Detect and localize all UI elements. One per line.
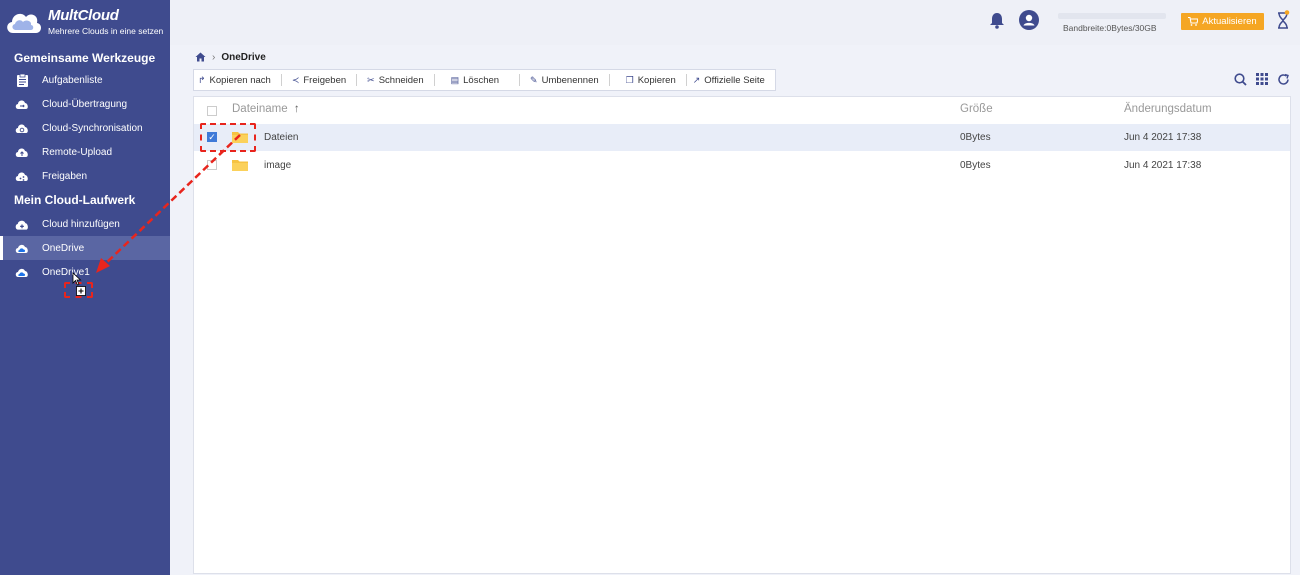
section-heading-drives: Mein Cloud-Laufwerk: [14, 193, 136, 207]
share-icon: ≺: [291, 74, 300, 85]
top-bar: Bandbreite:0Bytes/30GB Aktualisieren: [170, 0, 1300, 45]
breadcrumb: › OneDrive: [195, 50, 266, 64]
refresh-icon[interactable]: [1277, 73, 1290, 86]
sidebar-item-label: OneDrive1: [42, 266, 90, 278]
onedrive-icon: [15, 265, 29, 279]
column-header-date[interactable]: Änderungsdatum: [1124, 103, 1212, 115]
share-button[interactable]: ≺ Freigeben: [282, 70, 356, 90]
section-heading-tools: Gemeinsame Werkzeuge: [14, 51, 156, 65]
sidebar-item-task-list[interactable]: Aufgabenliste: [0, 68, 170, 92]
app-tagline: Mehrere Clouds in eine setzen: [48, 26, 164, 36]
chevron-right-icon: ›: [212, 51, 216, 63]
column-name-label: Dateiname: [232, 103, 288, 115]
sort-arrow-icon: ↑: [293, 103, 300, 115]
app-name: MultCloud: [48, 7, 119, 24]
task-list-icon: [15, 73, 29, 87]
search-icon[interactable]: [1234, 73, 1247, 86]
trash-icon: ▤: [450, 74, 460, 85]
sidebar-item-label: Cloud hinzufügen: [42, 218, 120, 230]
copy-to-icon: ↱: [198, 74, 206, 85]
copy-label: Kopieren: [637, 74, 676, 86]
app-logo[interactable]: MultCloud Mehrere Clouds in eine setzen: [4, 4, 170, 42]
action-toolbar: ↱ Kopieren nach ≺ Freigeben ✂ Schneiden …: [193, 69, 776, 91]
cut-button[interactable]: ✂ Schneiden: [357, 70, 433, 90]
rename-label: Umbenennen: [541, 74, 599, 86]
cloud-transfer-icon: [15, 97, 29, 111]
sidebar-item-add-cloud[interactable]: Cloud hinzufügen: [0, 212, 170, 236]
copy-icon: ❐: [625, 74, 634, 85]
sidebar-item-label: Cloud-Übertragung: [42, 98, 128, 110]
bandwidth-text: Bandbreite:0Bytes/30GB: [1063, 23, 1157, 33]
file-date: Jun 4 2021 17:38: [1124, 132, 1202, 143]
sidebar-item-cloud-sync[interactable]: Cloud-Synchronisation: [0, 116, 170, 140]
table-row[interactable]: ✓ Dateien 0Bytes Jun 4 2021 17:38: [194, 124, 1290, 151]
copy-drop-icon: [76, 286, 86, 296]
cloud-sync-icon: [15, 121, 29, 135]
add-cloud-icon: [15, 217, 29, 231]
file-name[interactable]: Dateien: [264, 132, 298, 143]
sidebar-item-label: OneDrive: [42, 242, 85, 254]
mouse-cursor-icon: [72, 272, 82, 286]
upgrade-button[interactable]: Aktualisieren: [1181, 13, 1264, 30]
bandwidth-progress-bar: [1058, 13, 1166, 19]
file-list-panel: Dateiname ↑ Größe Änderungsdatum ✓ Datei…: [193, 96, 1291, 574]
file-name[interactable]: image: [264, 160, 291, 171]
copy-to-button[interactable]: ↱ Kopieren nach: [194, 70, 281, 90]
bell-icon[interactable]: [989, 12, 1005, 29]
sidebar-item-onedrive1[interactable]: OneDrive1: [0, 260, 170, 284]
sidebar-item-label: Cloud-Synchronisation: [42, 122, 143, 134]
home-icon[interactable]: [195, 52, 206, 62]
hourglass-icon[interactable]: [1276, 10, 1290, 30]
delete-button[interactable]: ▤ Löschen: [435, 70, 519, 90]
multcloud-logo-icon: [7, 13, 42, 33]
rename-button[interactable]: ✎ Umbenennen: [520, 70, 609, 90]
user-avatar-icon[interactable]: [1019, 10, 1039, 30]
breadcrumb-current[interactable]: OneDrive: [221, 52, 265, 63]
file-size: 0Bytes: [960, 132, 991, 143]
share-label: Freigeben: [303, 74, 347, 86]
delete-label: Löschen: [463, 74, 500, 86]
onedrive-icon: [15, 241, 29, 255]
sidebar-item-label: Aufgabenliste: [42, 74, 103, 86]
copy-button[interactable]: ❐ Kopieren: [610, 70, 686, 90]
sidebar-item-remote-upload[interactable]: Remote-Upload: [0, 140, 170, 164]
sidebar-item-label: Remote-Upload: [42, 146, 113, 158]
official-site-label: Offizielle Seite: [704, 74, 765, 86]
folder-icon: [232, 160, 248, 171]
main-content: › OneDrive ↱ Kopieren nach ≺ Freigeben ✂…: [170, 45, 1300, 575]
upgrade-label: Aktualisieren: [1202, 16, 1257, 27]
column-header-name[interactable]: Dateiname ↑: [232, 103, 300, 115]
select-all-checkbox[interactable]: [207, 106, 217, 116]
cart-icon: [1188, 17, 1199, 26]
external-link-icon: ↗: [692, 74, 701, 85]
file-list-header: Dateiname ↑ Größe Änderungsdatum: [194, 97, 1290, 124]
highlight-box-source: [200, 123, 256, 152]
row-checkbox[interactable]: [207, 160, 217, 170]
sidebar-item-shares[interactable]: Freigaben: [0, 164, 170, 188]
remote-upload-icon: [15, 145, 29, 159]
pencil-icon: ✎: [530, 74, 538, 85]
share-icon: [15, 169, 29, 183]
table-row[interactable]: image 0Bytes Jun 4 2021 17:38: [194, 152, 1290, 179]
column-header-size[interactable]: Größe: [960, 103, 993, 115]
official-site-button[interactable]: ↗ Offizielle Seite: [687, 70, 775, 90]
file-size: 0Bytes: [960, 160, 991, 171]
scissors-icon: ✂: [367, 74, 375, 85]
sidebar-item-label: Freigaben: [42, 170, 88, 182]
sidebar-item-onedrive[interactable]: OneDrive: [0, 236, 170, 260]
cut-label: Schneiden: [378, 74, 424, 86]
copy-to-label: Kopieren nach: [209, 74, 271, 86]
sidebar-item-cloud-transfer[interactable]: Cloud-Übertragung: [0, 92, 170, 116]
file-date: Jun 4 2021 17:38: [1124, 160, 1202, 171]
grid-view-icon[interactable]: [1256, 73, 1268, 85]
